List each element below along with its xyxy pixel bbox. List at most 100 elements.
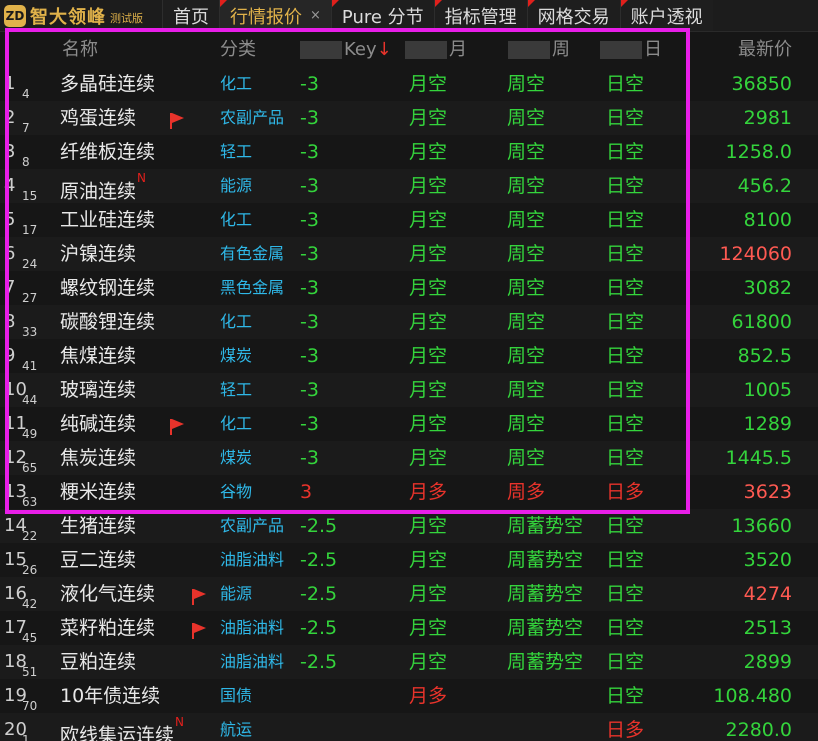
- table-row[interactable]: 11 49 化工 -3 月空 周空 日空 1289 纯碱连续: [0, 407, 818, 441]
- header-week[interactable]: 周: [508, 33, 570, 67]
- table-row[interactable]: 1 4 化工 -3 月空 周空 日空 36850 多晶硅连续: [0, 67, 818, 101]
- row-month-signal: 月空: [409, 617, 448, 639]
- row-month-signal: 月空: [409, 345, 448, 367]
- header-month[interactable]: 月: [405, 33, 467, 67]
- header-key[interactable]: Key↓: [300, 33, 392, 67]
- tab-5[interactable]: 账户透视: [619, 0, 713, 31]
- row-category: 谷物: [220, 482, 253, 501]
- tab-1[interactable]: 行情报价 ×: [219, 0, 331, 31]
- row-name: 纯碱连续: [60, 407, 136, 441]
- redacted-block: [405, 41, 447, 59]
- table-row[interactable]: 20 1 航运 日多 2280.0 欧线集运连续N: [0, 713, 818, 741]
- row-key: -2.5: [300, 651, 338, 673]
- header-category[interactable]: 分类: [220, 33, 256, 67]
- table-row[interactable]: 19 70 国债 月多 日空 108.480 10年债连续: [0, 679, 818, 713]
- tab-4[interactable]: 网格交易: [526, 0, 620, 31]
- header-name[interactable]: 名称: [62, 33, 98, 67]
- row-key: -3: [300, 311, 319, 333]
- row-key: -3: [300, 413, 319, 435]
- row-key: -3: [300, 209, 319, 231]
- flag-icon[interactable]: [170, 111, 184, 129]
- table-row[interactable]: 8 33 化工 -3 月空 周空 日空 61800 碳酸锂连续: [0, 305, 818, 339]
- row-month-signal: 月多: [409, 685, 448, 707]
- row-key: -3: [300, 141, 319, 163]
- row-day-signal: 日空: [606, 311, 645, 333]
- row-name: 焦煤连续: [60, 339, 136, 373]
- row-month-signal: 月空: [409, 651, 448, 673]
- row-key: -2.5: [300, 617, 338, 639]
- flag-icon[interactable]: [192, 587, 206, 605]
- row-month-signal: 月空: [409, 413, 448, 435]
- flag-shape: [192, 622, 206, 639]
- tab-label: 首页: [173, 6, 209, 28]
- row-price: 456.2: [737, 175, 792, 197]
- table-row[interactable]: 9 41 煤炭 -3 月空 周空 日空 852.5 焦煤连续: [0, 339, 818, 373]
- table-row[interactable]: 7 27 黑色金属 -3 月空 周空 日空 3082 螺纹钢连续: [0, 271, 818, 305]
- table-row[interactable]: 3 8 轻工 -3 月空 周空 日空 1258.0 纤维板连续: [0, 135, 818, 169]
- table-row[interactable]: 16 42 能源 -2.5 月空 周蓄势空 日空 4274 液化气连续: [0, 577, 818, 611]
- table-row[interactable]: 4 15 能源 -3 月空 周空 日空 456.2 原油连续N: [0, 169, 818, 203]
- row-name-text: 沪镍连续: [60, 243, 137, 265]
- row-name: 鸡蛋连续: [60, 101, 136, 135]
- row-price: 108.480: [713, 685, 792, 707]
- row-name-text: 鸡蛋连续: [60, 107, 137, 129]
- row-price: 2513: [743, 617, 792, 639]
- row-week-signal: 周蓄势空: [507, 515, 584, 537]
- tab-0[interactable]: 首页: [162, 0, 219, 31]
- row-day-signal: 日空: [606, 583, 645, 605]
- row-name: 玻璃连续: [60, 373, 136, 407]
- row-month-signal: 月空: [409, 549, 448, 571]
- new-badge: N: [175, 715, 184, 729]
- sort-desc-icon: ↓: [376, 39, 392, 60]
- row-day-signal: 日空: [606, 141, 645, 163]
- header-day[interactable]: 日: [600, 33, 662, 67]
- row-key: -2.5: [300, 515, 338, 537]
- row-price: 1445.5: [725, 447, 792, 469]
- tab-2[interactable]: Pure 分节: [330, 0, 434, 31]
- row-week-signal: 周多: [507, 481, 546, 503]
- flag-icon[interactable]: [192, 621, 206, 639]
- tab-label: 账户透视: [630, 6, 703, 28]
- row-category: 能源: [220, 176, 253, 195]
- row-price: 3082: [743, 277, 792, 299]
- row-name-text: 10年债连续: [60, 685, 161, 707]
- row-category: 能源: [220, 584, 253, 603]
- row-name-text: 粳米连续: [60, 481, 137, 503]
- table-row[interactable]: 12 65 煤炭 -3 月空 周空 日空 1445.5 焦炭连续: [0, 441, 818, 475]
- row-name-text: 液化气连续: [60, 583, 156, 605]
- row-month-signal: 月空: [409, 583, 448, 605]
- row-price: 36850: [731, 73, 792, 95]
- redacted-block: [600, 41, 642, 59]
- header-price[interactable]: 最新价: [738, 33, 792, 67]
- row-category: 有色金属: [220, 244, 285, 263]
- row-category: 黑色金属: [220, 278, 285, 297]
- row-week-signal: 周空: [507, 447, 546, 469]
- table-row[interactable]: 14 22 农副产品 -2.5 月空 周蓄势空 日空 13660 生猪连续: [0, 509, 818, 543]
- redacted-block: [300, 41, 342, 59]
- row-category: 油脂油料: [220, 652, 285, 671]
- row-week-signal: 周蓄势空: [507, 651, 584, 673]
- row-month-signal: 月空: [409, 141, 448, 163]
- row-name: 原油连续N: [60, 169, 146, 203]
- row-day-signal: 日空: [606, 243, 645, 265]
- tab-label: 行情报价: [230, 6, 302, 28]
- row-week-signal: 周空: [507, 379, 546, 401]
- flag-icon[interactable]: [170, 417, 184, 435]
- row-name: 液化气连续: [60, 577, 155, 611]
- table-row[interactable]: 2 7 农副产品 -3 月空 周空 日空 2981 鸡蛋连续: [0, 101, 818, 135]
- row-day-signal: 日空: [606, 447, 645, 469]
- row-index: 6: [4, 243, 16, 264]
- table-row[interactable]: 6 24 有色金属 -3 月空 周空 日空 124060 沪镍连续: [0, 237, 818, 271]
- table-row[interactable]: 10 44 轻工 -3 月空 周空 日空 1005 玻璃连续: [0, 373, 818, 407]
- table-row[interactable]: 15 26 油脂油料 -2.5 月空 周蓄势空 日空 3520 豆二连续: [0, 543, 818, 577]
- row-day-signal: 日空: [606, 413, 645, 435]
- table-row[interactable]: 18 51 油脂油料 -2.5 月空 周蓄势空 日空 2899 豆粕连续: [0, 645, 818, 679]
- close-icon[interactable]: ×: [310, 8, 321, 23]
- row-key: -3: [300, 73, 319, 95]
- table-row[interactable]: 13 63 谷物 3 月多 周多 日多 3623 粳米连续: [0, 475, 818, 509]
- table-row[interactable]: 5 17 化工 -3 月空 周空 日空 8100 工业硅连续: [0, 203, 818, 237]
- row-day-signal: 日空: [606, 651, 645, 673]
- table-row[interactable]: 17 45 油脂油料 -2.5 月空 周蓄势空 日空 2513 菜籽粕连续: [0, 611, 818, 645]
- row-category: 煤炭: [220, 448, 253, 467]
- tab-3[interactable]: 指标管理: [433, 0, 527, 31]
